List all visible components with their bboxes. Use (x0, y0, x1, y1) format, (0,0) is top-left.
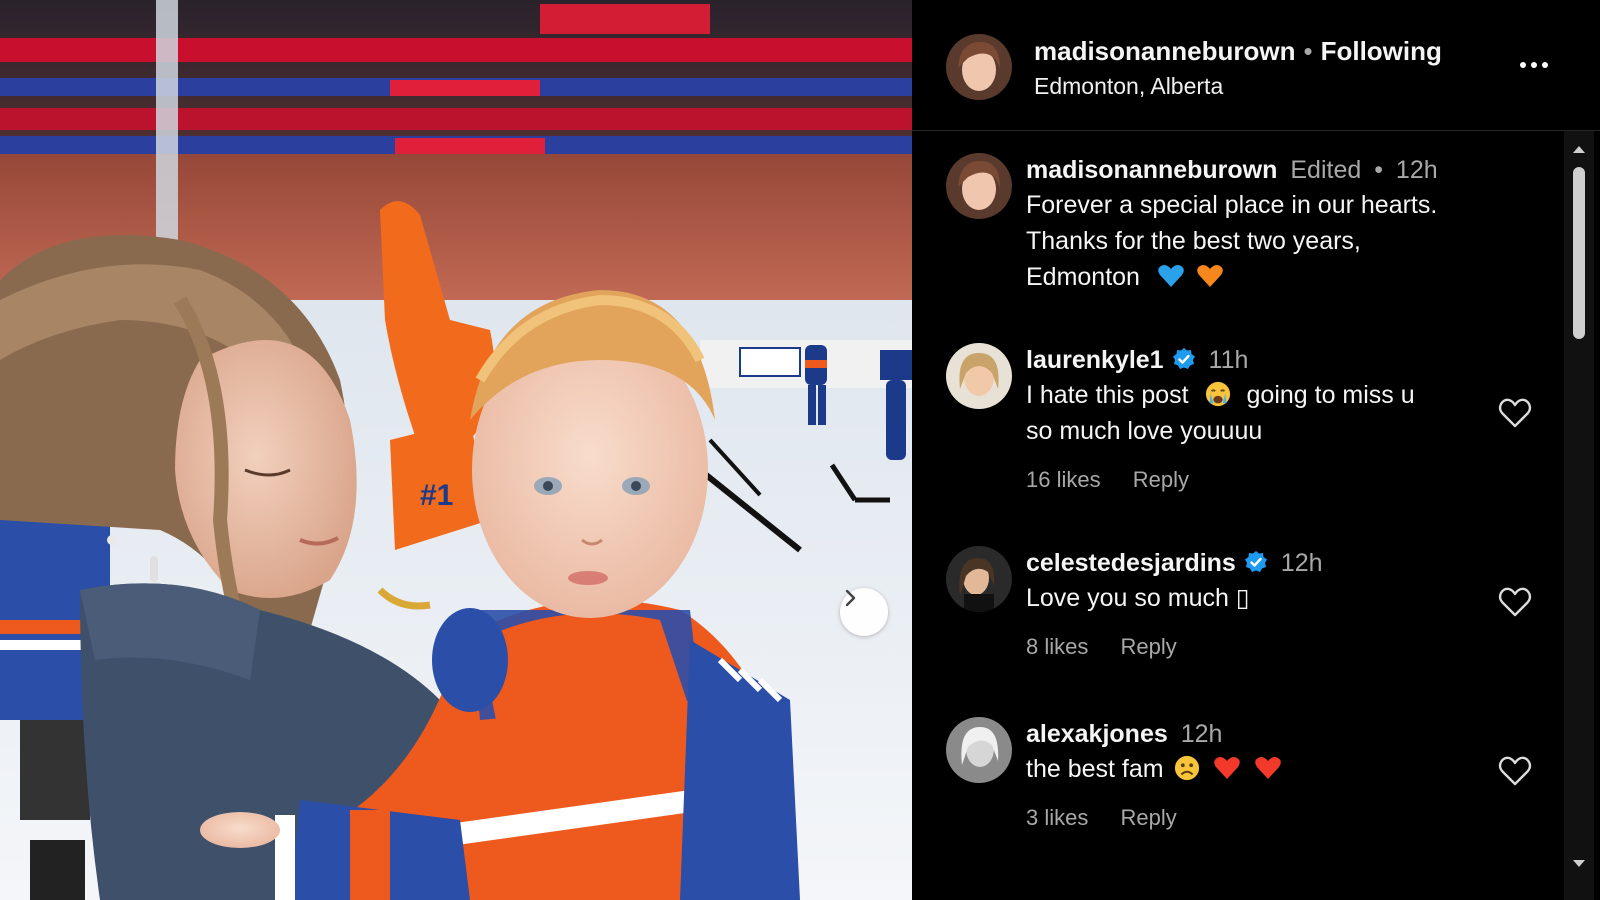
comment-text-line: Love you so much ▯ (1026, 580, 1496, 616)
comment-text-line: I hate this post going to miss u (1026, 377, 1496, 413)
blue-heart-icon (1158, 265, 1184, 287)
missing-glyph: ▯ (1235, 584, 1250, 612)
likes-count[interactable]: 3 likes (1026, 805, 1088, 830)
verified-badge-icon (1172, 348, 1195, 369)
more-options-button[interactable] (1514, 50, 1554, 80)
likes-count[interactable]: 16 likes (1026, 467, 1101, 492)
commenter-avatar[interactable] (946, 546, 1012, 612)
post-side-panel: madisonanneburown • Following Edmonton, Al… (912, 0, 1600, 900)
comment-text-line: the best fam (1026, 751, 1496, 787)
heart-outline-icon[interactable] (1498, 755, 1532, 787)
comment-body: madisonanneburown Edited • 12h Forever a… (1026, 153, 1496, 295)
likes-count[interactable]: 8 likes (1026, 634, 1088, 659)
comment-text: the best fam (1026, 755, 1164, 783)
heart-outline-icon[interactable] (1498, 397, 1532, 429)
sad-face-icon (1174, 755, 1199, 781)
edited-label: Edited (1290, 156, 1362, 184)
comment-body: laurenkyle1 11h I hate this post going t… (1026, 343, 1496, 493)
post-photo[interactable]: #1 (0, 0, 912, 900)
scroll-up-arrow-icon[interactable] (1564, 137, 1594, 161)
commenter-avatar[interactable] (946, 343, 1012, 409)
orange-heart-icon (1197, 265, 1223, 287)
chevron-right-icon (845, 589, 856, 607)
comment-username[interactable]: laurenkyle1 (1026, 346, 1164, 374)
next-photo-button[interactable] (840, 588, 888, 636)
comment-text: Thanks for the best two years, (1026, 227, 1361, 255)
comment-username[interactable]: madisonanneburown (1026, 156, 1277, 184)
red-heart-icon (1255, 757, 1282, 779)
comment-body: alexakjones 12h the best fam 3 likes Rep… (1026, 717, 1496, 831)
red-heart-icon (1214, 757, 1241, 779)
comment-actions: 16 likes Reply (1026, 467, 1496, 493)
commenter-avatar[interactable] (946, 153, 1012, 219)
photo-illustration: #1 (0, 0, 912, 900)
svg-text:#1: #1 (420, 479, 453, 512)
separator-dot: • (1303, 36, 1313, 66)
scroll-down-arrow-icon[interactable] (1564, 852, 1594, 876)
comment-text: I hate this post (1026, 381, 1189, 409)
header-title: madisonanneburown • Following (1034, 36, 1442, 67)
heart-outline-icon[interactable] (1498, 586, 1532, 618)
comment-header: madisonanneburown Edited • 12h (1026, 153, 1496, 187)
comment-text: Love you so much (1026, 584, 1229, 612)
author-avatar[interactable] (946, 34, 1012, 100)
reply-button[interactable]: Reply (1120, 805, 1176, 830)
comment-header: laurenkyle1 11h (1026, 343, 1496, 377)
comments-list: madisonanneburown Edited • 12h Forever a… (912, 131, 1562, 900)
more-options-icon (1520, 62, 1526, 68)
comment-body: celestedesjardins 12h Love you so much ▯… (1026, 546, 1496, 660)
comment-time[interactable]: 12h (1396, 156, 1438, 184)
comment-text: Edmonton (1026, 263, 1140, 291)
comment-time[interactable]: 12h (1181, 720, 1223, 748)
separator-dot: • (1374, 156, 1383, 184)
comments-scrollbar[interactable] (1564, 131, 1594, 900)
commenter-avatar[interactable] (946, 717, 1012, 783)
comment-username[interactable]: alexakjones (1026, 720, 1168, 748)
reply-button[interactable]: Reply (1120, 634, 1176, 659)
comment-time[interactable]: 12h (1281, 549, 1323, 577)
comment-text: Forever a special place in our hearts. (1026, 191, 1438, 219)
comment-text: going to miss u (1246, 381, 1415, 409)
comment-actions: 8 likes Reply (1026, 634, 1496, 660)
comment-time[interactable]: 11h (1209, 346, 1249, 374)
comment-username[interactable]: celestedesjardins (1026, 549, 1236, 577)
post-header: madisonanneburown • Following Edmonton, Al… (912, 0, 1600, 131)
author-username[interactable]: madisonanneburown (1034, 36, 1295, 66)
crying-face-icon (1205, 381, 1230, 407)
follow-status-button[interactable]: Following (1321, 36, 1442, 66)
comment-actions: 3 likes Reply (1026, 805, 1496, 831)
location-link[interactable]: Edmonton, Alberta (1034, 73, 1223, 100)
comment-text: so much love youuuu (1026, 417, 1263, 445)
reply-button[interactable]: Reply (1133, 467, 1189, 492)
verified-badge-icon (1244, 551, 1267, 572)
comment-text-last-line: Edmonton (1026, 259, 1496, 295)
comment-header: alexakjones 12h (1026, 717, 1496, 751)
comment-header: celestedesjardins 12h (1026, 546, 1496, 580)
scrollbar-thumb[interactable] (1573, 167, 1585, 339)
